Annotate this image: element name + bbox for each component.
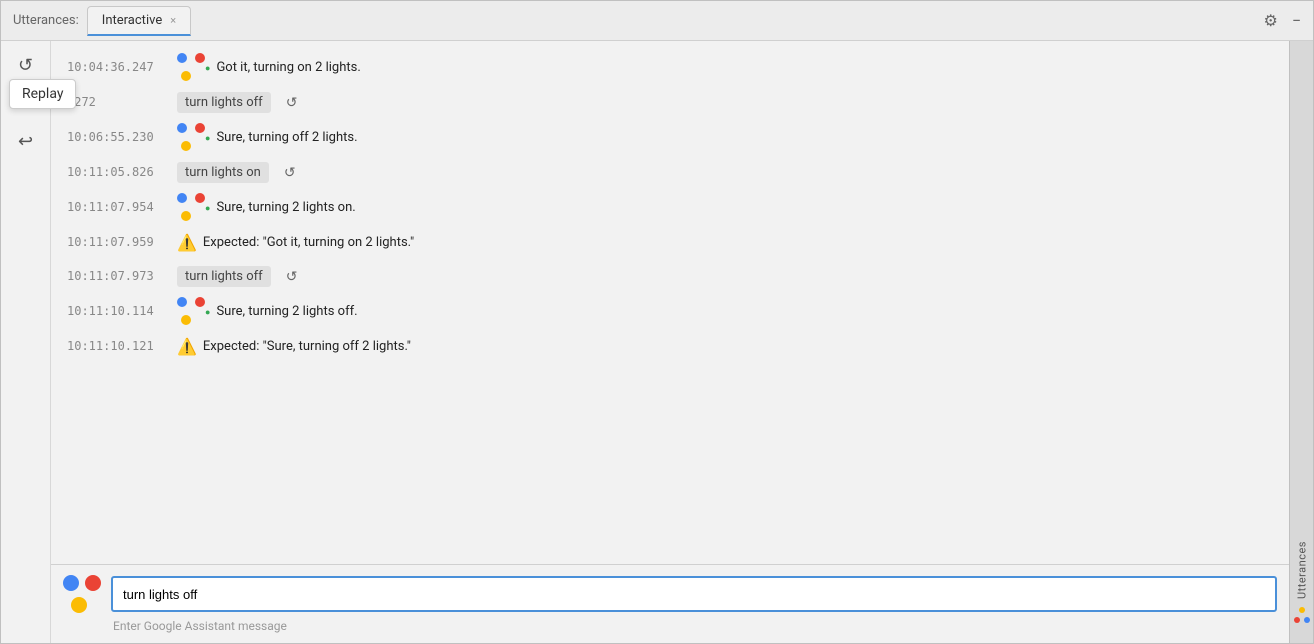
assistant-icon — [177, 297, 205, 325]
timestamp: 10:11:07.959 — [67, 235, 177, 249]
message-row: 10:11:10.114 ● Sure, turning 2 lights of… — [51, 293, 1289, 329]
assistant-message-text: Sure, turning off 2 lights. — [216, 130, 1273, 145]
message-row: 10:11:10.121 ⚠️ Expected: "Sure, turning… — [51, 329, 1289, 363]
message-row: 10:11:07.954 ● Sure, turning 2 lights on… — [51, 189, 1289, 225]
assistant-icon — [177, 193, 205, 221]
message-row: .272 turn lights off ↺ — [51, 85, 1289, 119]
utterances-label: Utterances: — [13, 13, 79, 28]
assistant-icon — [177, 123, 205, 151]
title-bar: Utterances: Interactive × ⚙ − — [1, 1, 1313, 41]
user-utterance: turn lights off — [177, 92, 271, 113]
tab-label: Interactive — [102, 13, 162, 28]
left-toolbar: ↺ Replay ⊟ ↩ — [1, 41, 51, 643]
minimize-icon[interactable]: − — [1292, 11, 1301, 30]
gear-icon[interactable]: ⚙ — [1264, 11, 1278, 30]
message-row: 10:11:05.826 turn lights on ↺ — [51, 155, 1289, 189]
chat-area: 10:04:36.247 ● Got it, turning on 2 ligh… — [51, 41, 1289, 643]
green-dot: ● — [205, 203, 210, 214]
message-row: 10:11:07.973 turn lights off ↺ — [51, 259, 1289, 293]
green-dot: ● — [205, 63, 210, 74]
sidebar-ga-icon — [1294, 607, 1310, 623]
green-dot: ● — [205, 133, 210, 144]
error-message-text: Expected: "Got it, turning on 2 lights." — [203, 235, 1273, 250]
main-area: ↺ Replay ⊟ ↩ 10:04:36.247 ● Got it, turn… — [1, 41, 1313, 643]
timestamp: 10:11:10.121 — [67, 339, 177, 353]
ga-blue-dot — [63, 575, 79, 591]
message-input[interactable] — [111, 576, 1277, 612]
timestamp: 10:04:36.247 — [67, 60, 177, 74]
assistant-message-text: Sure, turning 2 lights on. — [216, 200, 1273, 215]
tab-interactive[interactable]: Interactive × — [87, 6, 191, 36]
sdm-blue — [1304, 617, 1310, 623]
timestamp: 10:11:10.114 — [67, 304, 177, 318]
tab-close-icon[interactable]: × — [170, 15, 176, 26]
replay-button[interactable]: ↺ — [279, 89, 305, 115]
ga-red-dot — [85, 575, 101, 591]
replay-button[interactable]: ↺ — [279, 263, 305, 289]
replay-tooltip: Replay — [9, 79, 76, 109]
green-dot: ● — [205, 307, 210, 318]
error-icon: ⚠️ — [177, 337, 197, 356]
timestamp: 10:11:05.826 — [67, 165, 177, 179]
title-bar-actions: ⚙ − — [1264, 11, 1302, 30]
right-sidebar[interactable]: Utterances — [1289, 41, 1313, 643]
app-window: Utterances: Interactive × ⚙ − ↺ Replay ⊟… — [0, 0, 1314, 644]
assistant-message-text: Got it, turning on 2 lights. — [216, 60, 1273, 75]
ga-yellow-dot — [71, 597, 87, 613]
input-area: Enter Google Assistant message — [51, 564, 1289, 643]
sidebar-label-text: Utterances — [1295, 541, 1308, 599]
sidebar-utterances-label[interactable]: Utterances — [1294, 541, 1310, 623]
replay-button[interactable]: ↺ — [277, 159, 303, 185]
user-utterance: turn lights off — [177, 266, 271, 287]
error-message-text: Expected: "Sure, turning off 2 lights." — [203, 339, 1273, 354]
error-icon: ⚠️ — [177, 233, 197, 252]
timestamp: 10:11:07.954 — [67, 200, 177, 214]
message-row: 10:11:07.959 ⚠️ Expected: "Got it, turni… — [51, 225, 1289, 259]
sdm-red — [1294, 617, 1300, 623]
timestamp: 10:11:07.973 — [67, 269, 177, 283]
assistant-icon — [177, 53, 205, 81]
user-utterance: turn lights on — [177, 162, 269, 183]
message-row: 10:04:36.247 ● Got it, turning on 2 ligh… — [51, 49, 1289, 85]
sdm-yellow — [1299, 607, 1305, 613]
messages-list: 10:04:36.247 ● Got it, turning on 2 ligh… — [51, 41, 1289, 564]
input-row — [63, 575, 1277, 613]
undo-toolbar-button[interactable]: ↩ — [10, 125, 42, 157]
assistant-message-text: Sure, turning 2 lights off. — [216, 304, 1273, 319]
replay-toolbar-button[interactable]: ↺ — [10, 49, 42, 81]
message-row: 10:06:55.230 ● Sure, turning off 2 light… — [51, 119, 1289, 155]
timestamp: .272 — [67, 95, 177, 109]
ga-large-icon — [63, 575, 101, 613]
timestamp: 10:06:55.230 — [67, 130, 177, 144]
input-hint: Enter Google Assistant message — [63, 619, 1277, 633]
